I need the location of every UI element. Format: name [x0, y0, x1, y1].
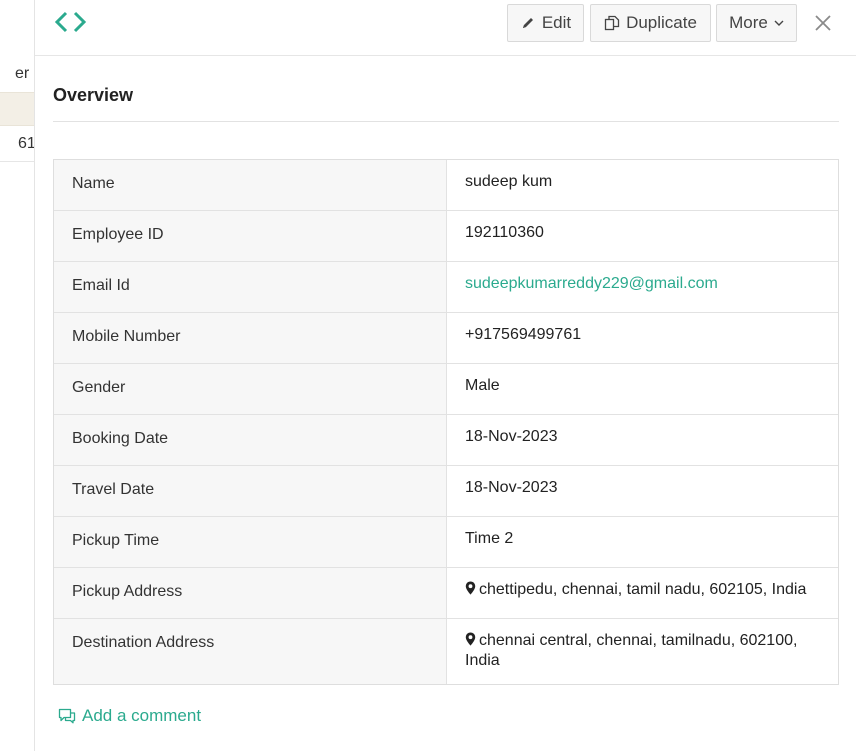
panel-toolbar: Edit Duplicate More — [35, 0, 856, 56]
detail-value-address: chettipedu, chennai, tamil nadu, 602105,… — [447, 568, 838, 618]
edit-button[interactable]: Edit — [507, 4, 584, 42]
background-list-selected-row[interactable] — [0, 92, 34, 126]
more-button-label: More — [729, 13, 768, 32]
detail-value: sudeep kum — [465, 173, 553, 190]
close-icon — [814, 14, 832, 37]
comment-icon — [58, 708, 76, 724]
detail-row-booking-date: Booking Date 18-Nov-2023 — [54, 415, 838, 466]
detail-value: Time 2 — [465, 530, 514, 547]
detail-label: Employee ID — [54, 211, 447, 261]
detail-label: Pickup Time — [54, 517, 447, 567]
detail-label: Mobile Number — [54, 313, 447, 363]
detail-row-employee-id: Employee ID 192110360 — [54, 211, 838, 262]
map-pin-icon — [465, 632, 476, 646]
add-comment-label: Add a comment — [82, 706, 202, 725]
background-list-header-text: er — [15, 65, 30, 82]
detail-label: Gender — [54, 364, 447, 414]
detail-label: Email Id — [54, 262, 447, 312]
background-list-header: er — [0, 56, 34, 92]
code-brackets-icon — [54, 9, 87, 37]
section-divider — [53, 121, 839, 122]
detail-row-destination-address: Destination Address chennai central, che… — [54, 619, 838, 684]
background-list-row-text: 61 — [18, 135, 35, 152]
detail-row-pickup-address: Pickup Address chettipedu, chennai, tami… — [54, 568, 838, 619]
detail-row-travel-date: Travel Date 18-Nov-2023 — [54, 466, 838, 517]
duplicate-button[interactable]: Duplicate — [590, 4, 711, 42]
detail-label: Pickup Address — [54, 568, 447, 618]
detail-value: 18-Nov-2023 — [465, 428, 558, 445]
detail-label: Name — [54, 160, 447, 210]
more-dropdown-button[interactable]: More — [716, 4, 797, 42]
copy-icon — [604, 15, 620, 31]
record-detail-panel: Edit Duplicate More Overview Name sudeep… — [35, 0, 856, 751]
details-table: Name sudeep kum Employee ID 192110360 Em… — [53, 159, 839, 685]
email-link[interactable]: sudeepkumarreddy229@gmail.com — [447, 262, 838, 312]
map-pin-icon — [465, 581, 476, 595]
close-panel-button[interactable] — [809, 11, 837, 39]
detail-row-name: Name sudeep kum — [54, 160, 838, 211]
detail-row-gender: Gender Male — [54, 364, 838, 415]
detail-value-address: chennai central, chennai, tamilnadu, 602… — [447, 619, 838, 684]
duplicate-button-label: Duplicate — [626, 13, 697, 32]
detail-value: 192110360 — [465, 224, 544, 241]
detail-row-mobile: Mobile Number +917569499761 — [54, 313, 838, 364]
detail-value: +917569499761 — [465, 326, 582, 343]
section-title: Overview — [53, 85, 134, 105]
background-list-row[interactable]: 61 — [0, 126, 35, 162]
add-comment-link[interactable]: Add a comment — [58, 706, 201, 726]
edit-button-label: Edit — [541, 13, 572, 32]
detail-label: Travel Date — [54, 466, 447, 516]
detail-value: Male — [465, 377, 500, 394]
detail-label: Destination Address — [54, 619, 447, 684]
detail-row-pickup-time: Pickup Time Time 2 — [54, 517, 838, 568]
background-record-list: er 61 — [0, 0, 35, 751]
detail-row-email: Email Id sudeepkumarreddy229@gmail.com — [54, 262, 838, 313]
detail-label: Booking Date — [54, 415, 447, 465]
chevron-down-icon — [774, 15, 784, 31]
pencil-icon — [520, 15, 536, 31]
pickup-address-text: chettipedu, chennai, tamil nadu, 602105,… — [479, 581, 807, 598]
destination-address-text: chennai central, chennai, tamilnadu, 602… — [465, 632, 798, 669]
detail-value: 18-Nov-2023 — [465, 479, 558, 496]
